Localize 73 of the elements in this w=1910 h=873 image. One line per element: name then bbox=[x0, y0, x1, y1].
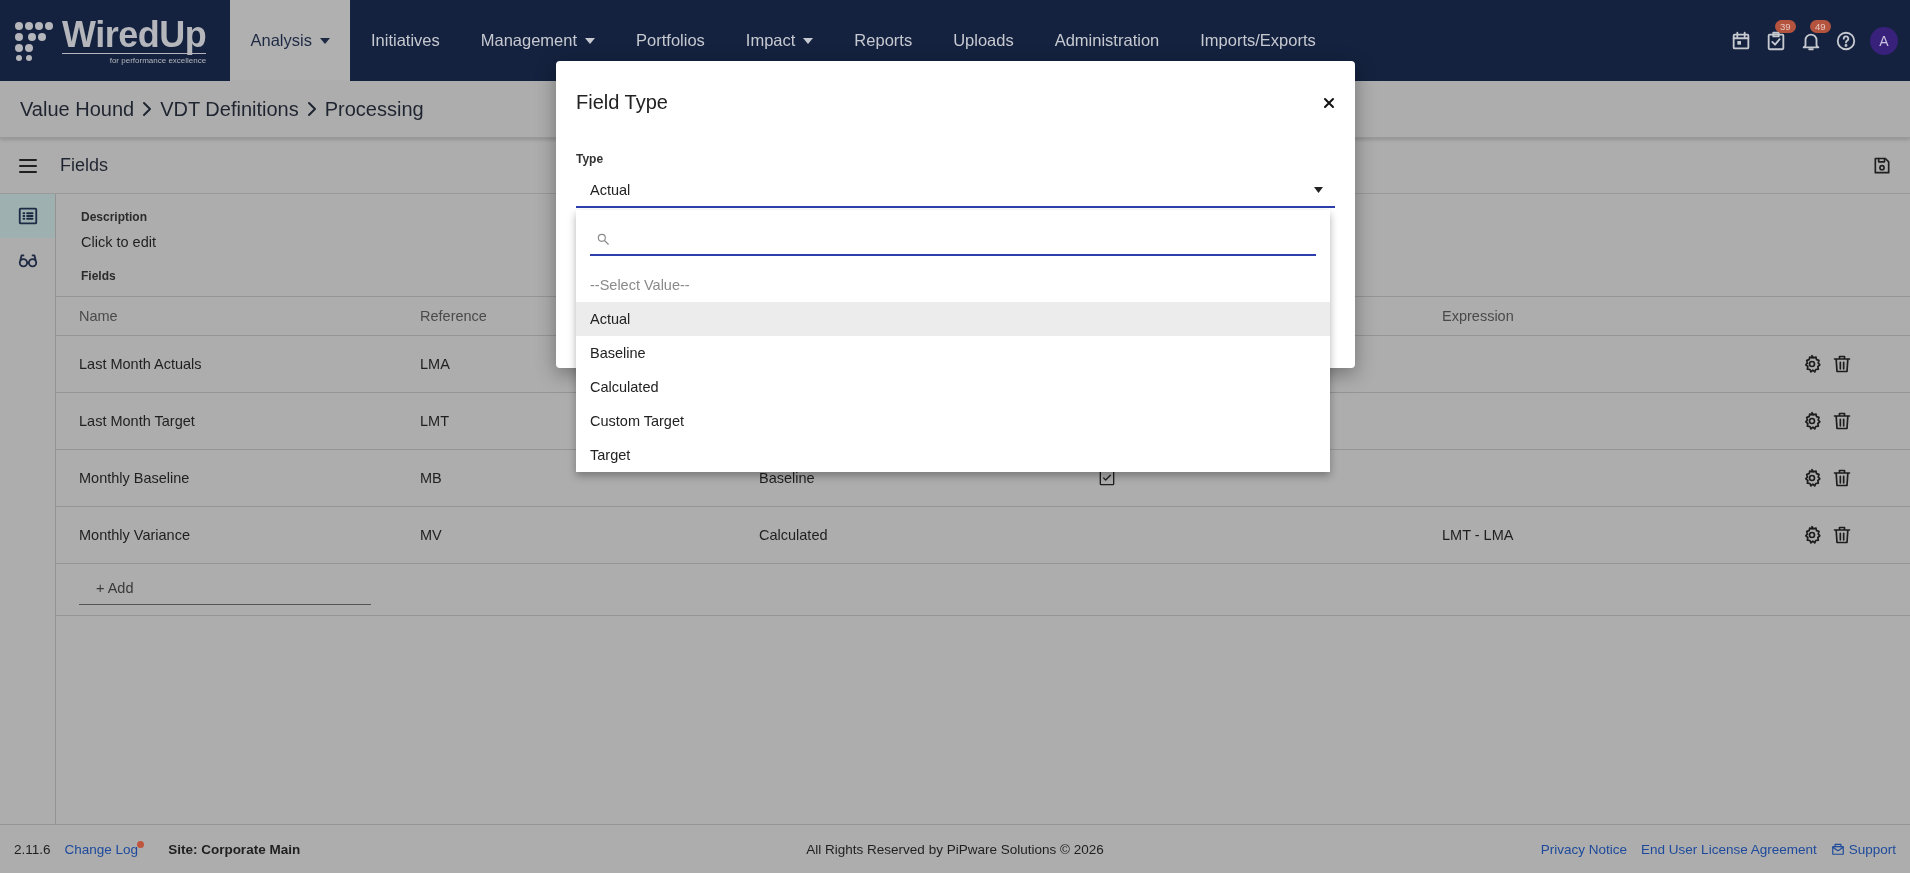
dropdown-option[interactable]: Baseline bbox=[576, 336, 1330, 370]
nav-tab[interactable]: Initiatives bbox=[350, 0, 461, 81]
nav-tab[interactable]: Uploads bbox=[932, 0, 1035, 81]
support-link[interactable]: Support bbox=[1830, 841, 1896, 857]
dropdown-option[interactable]: Target bbox=[576, 438, 1330, 472]
settings-icon[interactable] bbox=[1802, 525, 1822, 545]
dots-logo-icon bbox=[14, 20, 54, 61]
table-cell: MB bbox=[420, 470, 442, 486]
description-value[interactable]: Click to edit bbox=[81, 234, 1910, 250]
version-label: 2.11.6 bbox=[14, 841, 51, 857]
nav-tab[interactable]: Analysis bbox=[230, 0, 351, 81]
table-cell: LMT bbox=[420, 413, 449, 429]
logo-wordmark: WiredUp bbox=[62, 16, 207, 54]
nav-tab[interactable]: Reports bbox=[833, 0, 933, 81]
toolbar-title: Fields bbox=[60, 155, 108, 176]
nav-tab[interactable]: Management bbox=[460, 0, 616, 81]
site-label: Site: Corporate Main bbox=[168, 841, 301, 857]
table-cell: Monthly Baseline bbox=[79, 470, 190, 486]
placeholder-option[interactable]: --Select Value-- bbox=[576, 268, 1330, 302]
table-cell: LMA bbox=[420, 356, 450, 372]
breadcrumb-link[interactable]: Processing bbox=[324, 97, 424, 121]
nav-tab[interactable]: Administration bbox=[1034, 0, 1180, 81]
trash-icon[interactable] bbox=[1832, 525, 1852, 545]
description-label: Description bbox=[81, 210, 148, 224]
list-icon bbox=[16, 205, 39, 227]
column-header: Name bbox=[79, 308, 118, 324]
table-cell: Last Month Actuals bbox=[79, 356, 202, 372]
logo-tagline: for performance excellence bbox=[109, 55, 207, 65]
calendar-icon[interactable] bbox=[1730, 29, 1752, 52]
add-field-button[interactable]: + Add bbox=[79, 572, 371, 605]
breadcrumb-link[interactable]: VDT Definitions bbox=[160, 97, 299, 121]
dropdown-option[interactable]: Actual bbox=[576, 302, 1330, 336]
table-cell: Baseline bbox=[759, 470, 815, 486]
table-cell: Calculated bbox=[759, 527, 828, 543]
trash-icon[interactable] bbox=[1832, 468, 1852, 488]
count-badge: 49 bbox=[1810, 19, 1831, 33]
table-cell: LMT - LMA bbox=[1442, 527, 1514, 543]
close-icon bbox=[1323, 96, 1335, 109]
trash-icon[interactable] bbox=[1832, 411, 1852, 431]
table-cell: Last Month Target bbox=[79, 413, 195, 429]
checked-checkbox-icon[interactable] bbox=[1099, 470, 1115, 486]
menu-icon[interactable] bbox=[18, 156, 38, 175]
dropdown-option[interactable]: Calculated bbox=[576, 370, 1330, 404]
nav-tab[interactable]: Portfolios bbox=[615, 0, 726, 81]
field-label: Type bbox=[576, 152, 605, 166]
column-header: Reference bbox=[420, 308, 487, 324]
copyright-text: All Rights Reserved by PiPware Solutions © 2026 bbox=[806, 841, 1104, 857]
table-cell: Monthly Variance bbox=[79, 527, 190, 543]
column-header: Expression bbox=[1442, 308, 1514, 324]
change-log-link[interactable]: Change Log bbox=[64, 841, 145, 857]
close-button[interactable] bbox=[1323, 96, 1335, 109]
breadcrumb-link[interactable]: Value Hound bbox=[20, 97, 135, 121]
footer-link[interactable]: End User License Agreement bbox=[1641, 841, 1817, 857]
help-icon[interactable] bbox=[1835, 29, 1857, 52]
footer-link[interactable]: Privacy Notice bbox=[1540, 841, 1628, 857]
settings-icon[interactable] bbox=[1802, 411, 1822, 431]
save-icon[interactable] bbox=[1872, 155, 1892, 176]
trash-icon[interactable] bbox=[1832, 354, 1852, 374]
clipboard-check-icon[interactable] bbox=[1765, 29, 1787, 52]
settings-icon[interactable] bbox=[1802, 468, 1822, 488]
fields-label: Fields bbox=[81, 269, 116, 283]
dropdown-option[interactable]: Custom Target bbox=[576, 404, 1330, 438]
dialog-title: Field Type bbox=[576, 91, 668, 114]
table-cell: MV bbox=[420, 527, 442, 543]
nav-tab[interactable]: Impact bbox=[725, 0, 834, 81]
search-icon bbox=[596, 232, 610, 246]
caret-icon bbox=[1314, 187, 1323, 193]
count-badge: 39 bbox=[1775, 19, 1796, 33]
type-select[interactable]: Actual bbox=[576, 178, 1335, 208]
user-avatar[interactable]: A bbox=[1870, 26, 1898, 55]
rail-tab[interactable] bbox=[0, 194, 55, 238]
nav-tab[interactable]: Imports/Exports bbox=[1179, 0, 1337, 81]
settings-icon[interactable] bbox=[1802, 354, 1822, 374]
